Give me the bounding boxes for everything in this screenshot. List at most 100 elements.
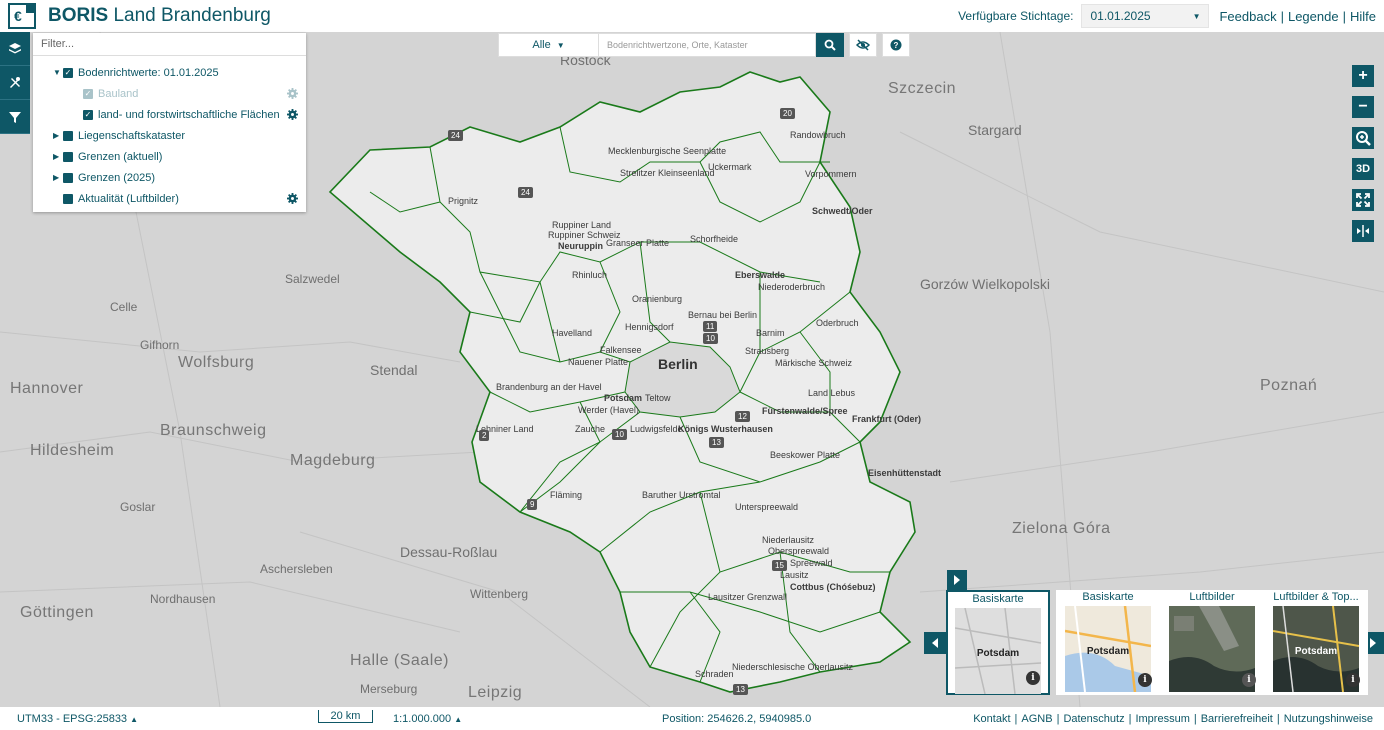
hide-layers-button[interactable] bbox=[849, 33, 877, 57]
checkbox-partial-icon[interactable] bbox=[63, 151, 73, 162]
basemap-tile-luftbilder-topo[interactable]: Luftbilder & Top... Potsdam i bbox=[1264, 590, 1368, 695]
app-title-rest: Land Brandenburg bbox=[113, 5, 271, 26]
basemap-city: Potsdam bbox=[976, 648, 1020, 659]
map-label-berlin: Berlin bbox=[658, 356, 698, 372]
map-label: Poznań bbox=[1260, 377, 1318, 394]
checkbox-partial-icon[interactable] bbox=[63, 172, 73, 183]
search-button[interactable] bbox=[816, 33, 844, 57]
crs-select[interactable]: UTM33 - EPSG:25833 ▲ bbox=[17, 713, 138, 725]
map-label: Stendal bbox=[370, 362, 418, 378]
fullscreen-icon bbox=[1356, 193, 1370, 207]
footer-link-barrierefreiheit[interactable]: Barrierefreiheit bbox=[1201, 713, 1273, 725]
map-label: Oberspreewald bbox=[768, 546, 830, 556]
road-shield: 12 bbox=[735, 411, 750, 422]
search-scope-select[interactable]: Alle ▼ bbox=[498, 33, 599, 57]
map-label: Land Lebus bbox=[808, 388, 856, 398]
map-label: Fürstenwalde/Spree bbox=[762, 406, 848, 416]
caret-right-icon[interactable]: ▶ bbox=[53, 131, 63, 140]
layer-filter-input[interactable] bbox=[33, 33, 306, 56]
search-input[interactable] bbox=[599, 33, 816, 57]
app-header: € BORIS Land Brandenburg Verfügbare Stic… bbox=[0, 0, 1384, 32]
checkbox-partial-icon[interactable] bbox=[63, 130, 73, 141]
map-label: Gorzów Wielkopolski bbox=[920, 276, 1050, 292]
basemap-tile-basiskarte-farbe[interactable]: Basiskarte Potsdam i bbox=[1056, 590, 1160, 695]
layers-button[interactable] bbox=[0, 32, 30, 66]
map-label: Nordhausen bbox=[150, 592, 216, 606]
hilfe-link[interactable]: Hilfe bbox=[1350, 9, 1376, 24]
map-label: Spreewald bbox=[790, 558, 833, 568]
zoom-out-button[interactable]: − bbox=[1352, 96, 1374, 118]
layer-item-landwirtschaft[interactable]: ✓ land- und forstwirtschaftliche Flächen bbox=[33, 104, 306, 125]
map-label: Frankfurt (Oder) bbox=[852, 414, 922, 424]
gear-icon[interactable] bbox=[287, 88, 298, 99]
info-icon[interactable]: i bbox=[1242, 673, 1256, 687]
footer-link-nutzungshinweise[interactable]: Nutzungshinweise bbox=[1284, 713, 1373, 725]
layer-item-grenzen-aktuell[interactable]: ▶ Grenzen (aktuell) bbox=[33, 146, 306, 167]
layer-item-grenzen-2025[interactable]: ▶ Grenzen (2025) bbox=[33, 167, 306, 188]
map-label: Randowbruch bbox=[790, 130, 846, 140]
layer-item-aktualitaet[interactable]: Aktualität (Luftbilder) bbox=[33, 188, 306, 209]
stichtag-select[interactable]: 01.01.2025 ▼ bbox=[1081, 4, 1210, 28]
tools-button[interactable] bbox=[0, 66, 30, 100]
footer-link-impressum[interactable]: Impressum bbox=[1135, 713, 1189, 725]
app-title: BORIS Land Brandenburg bbox=[48, 5, 271, 27]
checkbox-partial-icon[interactable] bbox=[63, 193, 73, 204]
info-icon[interactable]: i bbox=[1346, 673, 1360, 687]
filter-button[interactable] bbox=[0, 100, 30, 134]
map-controls: + − 3D bbox=[1352, 65, 1374, 251]
checkbox-checked-icon[interactable]: ✓ bbox=[83, 109, 93, 120]
filter-icon bbox=[9, 111, 21, 123]
map-label: Merseburg bbox=[360, 682, 418, 696]
caret-down-icon[interactable]: ▼ bbox=[53, 68, 63, 77]
road-shield: 24 bbox=[518, 187, 533, 198]
split-view-button[interactable] bbox=[1352, 220, 1374, 242]
footer-link-datenschutz[interactable]: Datenschutz bbox=[1063, 713, 1124, 725]
map-label: Braunschweig bbox=[160, 422, 267, 439]
layer-item-bodenrichtwerte[interactable]: ▼ ✓ Bodenrichtwerte: 01.01.2025 bbox=[33, 62, 306, 83]
checkbox-checked-icon[interactable]: ✓ bbox=[63, 67, 73, 78]
chevron-right-icon bbox=[1370, 638, 1376, 648]
basemap-prev-button[interactable] bbox=[924, 632, 946, 654]
legende-link[interactable]: Legende bbox=[1288, 9, 1339, 24]
search-scope-label: Alle bbox=[532, 39, 551, 51]
scale-select[interactable]: 1:1.000.000 ▲ bbox=[393, 713, 462, 725]
feedback-link[interactable]: Feedback bbox=[1219, 9, 1276, 24]
zoom-in-button[interactable]: + bbox=[1352, 65, 1374, 87]
info-icon[interactable]: i bbox=[1138, 673, 1152, 687]
caret-right-icon[interactable]: ▶ bbox=[53, 173, 63, 182]
map-label: Beeskower Platte bbox=[770, 450, 841, 460]
basemap-label: Luftbilder & Top... bbox=[1273, 591, 1359, 603]
road-shield: 10 bbox=[703, 333, 718, 344]
3d-button[interactable]: 3D bbox=[1352, 158, 1374, 180]
gear-icon[interactable] bbox=[287, 193, 298, 204]
left-toolbar bbox=[0, 32, 30, 134]
caret-down-icon: ▼ bbox=[1192, 11, 1201, 21]
caret-right-icon[interactable]: ▶ bbox=[53, 152, 63, 161]
layer-item-bauland[interactable]: ✓ Bauland bbox=[33, 83, 306, 104]
footer-link-agnb[interactable]: AGNB bbox=[1021, 713, 1052, 725]
checkbox-checked-icon[interactable]: ✓ bbox=[83, 88, 93, 99]
gear-icon[interactable] bbox=[287, 109, 298, 120]
map-label: Zauche bbox=[575, 424, 606, 434]
map-label: Schorfheide bbox=[690, 234, 739, 244]
footer-link-kontakt[interactable]: Kontakt bbox=[973, 713, 1010, 725]
zoom-extent-button[interactable] bbox=[1352, 127, 1374, 149]
map-label: Hennigsdorf bbox=[625, 322, 674, 332]
map-label: Potsdam bbox=[604, 393, 643, 403]
map-label: Strelitzer Kleinseenland bbox=[620, 168, 715, 178]
basemap-tile-luftbilder[interactable]: Luftbilder i bbox=[1160, 590, 1264, 695]
footer-links: Kontakt | AGNB | Datenschutz | Impressum | Barri… bbox=[973, 713, 1373, 725]
layer-item-label: Aktualität (Luftbilder) bbox=[78, 192, 179, 205]
map-label: Stargard bbox=[968, 122, 1022, 138]
info-icon[interactable]: i bbox=[1026, 671, 1040, 685]
basemap-collapse-button[interactable] bbox=[947, 570, 967, 590]
crs-label: UTM33 - EPSG:25833 bbox=[17, 713, 128, 725]
fullscreen-button[interactable] bbox=[1352, 189, 1374, 211]
layer-item-liegenschaftskataster[interactable]: ▶ Liegenschaftskataster bbox=[33, 125, 306, 146]
zoom-in-icon: + bbox=[1358, 67, 1368, 84]
map-label: Cottbus (Chóśebuz) bbox=[790, 582, 876, 592]
split-icon bbox=[1357, 225, 1369, 237]
road-shield: 11 bbox=[703, 321, 718, 332]
basemap-tile-basiskarte-grau[interactable]: Basiskarte Potsdam i bbox=[946, 590, 1050, 695]
help-button[interactable]: ? bbox=[882, 33, 910, 57]
